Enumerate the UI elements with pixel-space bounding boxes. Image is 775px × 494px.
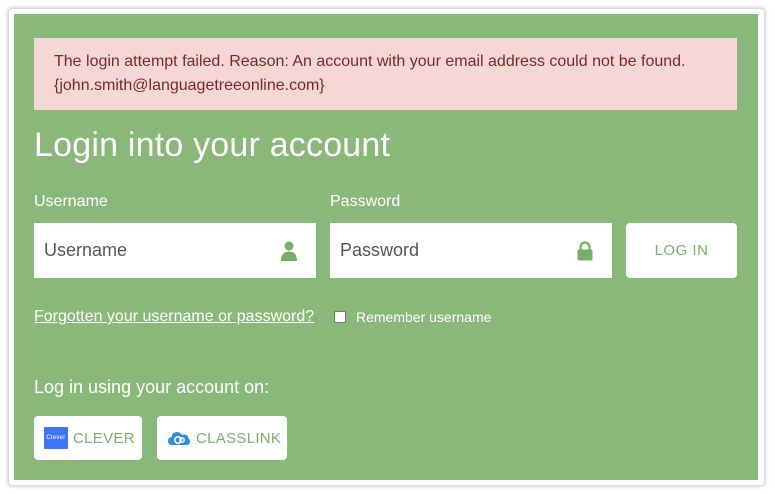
page-title: Login into your account (34, 126, 391, 164)
sso-heading: Log in using your account on: (34, 377, 270, 397)
clever-logo-icon: Clever (44, 427, 68, 449)
lock-icon (577, 241, 593, 261)
username-input[interactable] (44, 223, 264, 278)
clever-login-button[interactable]: Clever CLEVER (34, 416, 142, 460)
classlink-button-label: CLASSLINK (196, 429, 282, 447)
forgot-credentials-link[interactable]: Forgotten your username or password? (34, 308, 314, 326)
clever-button-label: CLEVER (73, 429, 135, 447)
password-input[interactable] (340, 223, 560, 278)
password-field[interactable] (330, 223, 612, 278)
remember-username[interactable]: Remember username (334, 309, 491, 325)
error-message: The login attempt failed. Reason: An acc… (54, 53, 686, 70)
password-label: Password (330, 193, 401, 210)
classlink-cloud-icon (168, 432, 190, 445)
login-panel: The login attempt failed. Reason: An acc… (14, 14, 758, 480)
error-alert: The login attempt failed. Reason: An acc… (34, 38, 737, 110)
remember-checkbox[interactable] (334, 311, 346, 323)
user-icon (281, 241, 297, 261)
error-email: {john.smith@languagetreeonline.com} (54, 77, 325, 94)
username-label: Username (34, 193, 108, 210)
classlink-login-button[interactable]: CLASSLINK (157, 416, 287, 460)
login-button[interactable]: LOG IN (626, 223, 737, 278)
remember-label: Remember username (356, 309, 492, 325)
username-field[interactable] (34, 223, 316, 278)
